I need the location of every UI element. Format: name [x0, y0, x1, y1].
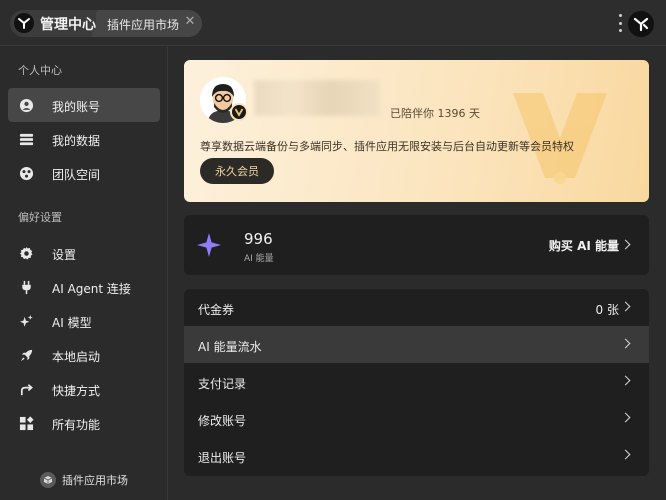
member-privileges: 尊享数据云端备份与多端同步、插件应用无限安装与后台自动更新等会员特权: [200, 140, 574, 153]
sidebar-item-label: 我的账号: [52, 100, 101, 114]
app-logo-icon[interactable]: [628, 11, 654, 37]
chevron-right-icon: [620, 449, 631, 460]
sidebar-item-my-account[interactable]: 我的账号: [8, 88, 160, 122]
cube-icon: [40, 472, 56, 488]
gear-icon: [18, 245, 34, 261]
sidebar-item-settings[interactable]: 设置: [8, 236, 160, 270]
buy-ai-energy-label: 购买 AI 能量: [548, 239, 619, 253]
team-icon: [18, 165, 34, 181]
ai-energy-value: 996: [244, 230, 273, 248]
menu-row-label: 修改账号: [198, 414, 247, 428]
voucher-count: 0 张: [595, 303, 619, 317]
database-icon: [18, 131, 34, 147]
vip-badge-icon: [230, 103, 248, 121]
sidebar-item-label: 本地启动: [52, 350, 101, 364]
sidebar: 个人中心 我的账号 我的数据 团队空间 偏好设置 设置 AI Agent 连接: [0, 47, 168, 500]
sidebar-item-team-space[interactable]: 团队空间: [8, 156, 160, 190]
rocket-icon: [18, 347, 34, 363]
menu-row-label: 退出账号: [198, 451, 247, 465]
title-bar: 管理中心 插件应用市场 ✕: [0, 0, 666, 46]
grid-icon: [18, 415, 34, 431]
plug-icon: [18, 279, 34, 295]
plugin-market-link[interactable]: 插件应用市场: [40, 471, 128, 489]
tab-management-center-label: 管理中心: [40, 17, 96, 33]
ai-energy-card: 996 AI 能量 购买 AI 能量: [184, 215, 649, 275]
tab-plugin-market-label: 插件应用市场: [107, 18, 180, 32]
close-icon[interactable]: ✕: [183, 15, 197, 29]
account-menu: 代金券 0 张 AI 能量流水 支付记录 修改账号 退出账号: [184, 289, 649, 476]
sidebar-item-local-launch[interactable]: 本地启动: [8, 338, 160, 372]
chevron-right-icon: [620, 412, 631, 423]
more-vertical-icon[interactable]: [617, 14, 623, 32]
plugin-market-label: 插件应用市场: [62, 474, 128, 487]
app-logo-icon: [14, 13, 34, 33]
menu-row-edit-account[interactable]: 修改账号: [184, 400, 649, 437]
chevron-right-icon: [620, 301, 631, 312]
sidebar-item-shortcuts[interactable]: 快捷方式: [8, 372, 160, 406]
sidebar-item-my-data[interactable]: 我的数据: [8, 122, 160, 156]
chevron-right-icon: [620, 338, 631, 349]
menu-row-logout[interactable]: 退出账号: [184, 437, 649, 474]
buy-ai-energy-link[interactable]: 购买 AI 能量: [529, 215, 649, 275]
sidebar-item-label: AI Agent 连接: [52, 282, 131, 296]
menu-row-payment-records[interactable]: 支付记录: [184, 363, 649, 400]
user-circle-icon: [18, 97, 34, 113]
sidebar-item-ai-model[interactable]: AI 模型: [8, 304, 160, 338]
sidebar-item-label: 我的数据: [52, 134, 101, 148]
lifetime-member-button[interactable]: 永久会员: [200, 158, 274, 184]
section-title-personal: 个人中心: [18, 64, 62, 77]
ai-energy-label: AI 能量: [244, 254, 274, 264]
sparkles-icon: [18, 313, 34, 329]
chevron-right-icon: [620, 375, 631, 386]
sidebar-item-all-features[interactable]: 所有功能: [8, 406, 160, 440]
menu-row-label: AI 能量流水: [198, 340, 262, 354]
sidebar-item-ai-agent[interactable]: AI Agent 连接: [8, 270, 160, 304]
menu-row-ai-energy-log[interactable]: AI 能量流水: [184, 326, 649, 363]
sidebar-item-label: 所有功能: [52, 418, 101, 432]
sidebar-item-label: 设置: [52, 248, 77, 262]
menu-row-label: 支付记录: [198, 377, 247, 391]
sidebar-item-label: AI 模型: [52, 316, 92, 330]
section-title-preferences: 偏好设置: [18, 211, 62, 224]
sidebar-item-label: 快捷方式: [52, 384, 101, 398]
menu-row-label: 代金券: [198, 303, 235, 317]
member-card: 已陪伴你 1396 天 尊享数据云端备份与多端同步、插件应用无限安装与后台自动更…: [184, 60, 649, 202]
username-blurred: [254, 80, 380, 116]
menu-row-vouchers[interactable]: 代金券 0 张: [184, 289, 649, 326]
sparkle-icon: [197, 233, 221, 257]
chevron-right-icon: [620, 239, 631, 250]
logo-watermark-icon: [513, 93, 607, 184]
membership-days: 已陪伴你 1396 天: [390, 107, 480, 120]
sidebar-item-label: 团队空间: [52, 168, 101, 182]
share-arrow-icon: [18, 381, 34, 397]
